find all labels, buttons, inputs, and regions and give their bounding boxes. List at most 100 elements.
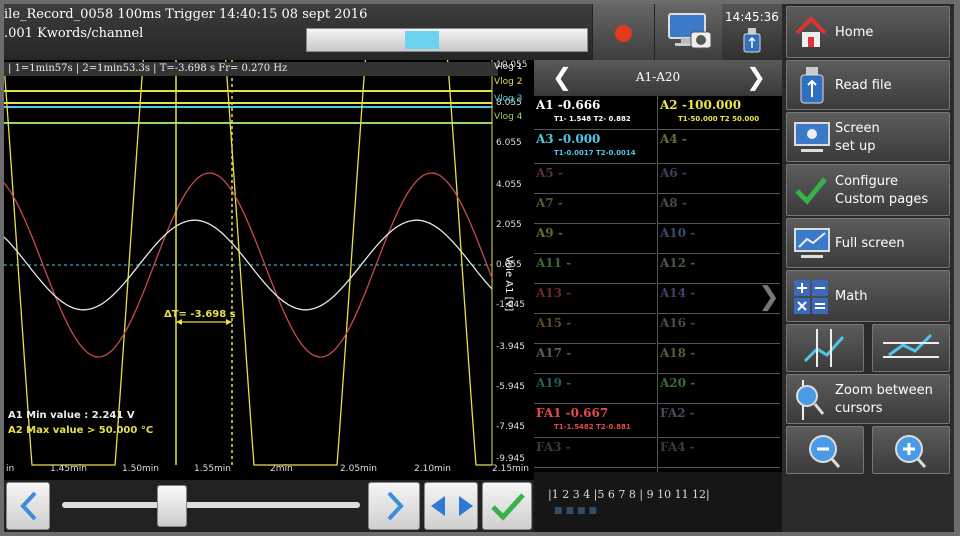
channel-cell[interactable]: A7 - xyxy=(534,194,656,224)
record-size: .001 Kwords/channel xyxy=(4,26,144,41)
channel-cell[interactable]: FA3 - xyxy=(534,438,656,468)
record-scrollbar[interactable] xyxy=(306,28,588,52)
configure-label-2: Custom pages xyxy=(835,192,929,207)
chevron-right-icon[interactable]: ❯ xyxy=(746,64,766,90)
camera-monitor-icon xyxy=(668,13,712,49)
channel-cell[interactable]: A16 - xyxy=(658,314,780,344)
screen-setup-label: Screen xyxy=(835,121,880,136)
channel-value: A10 - xyxy=(660,226,696,240)
home-icon xyxy=(795,16,827,47)
vlog-label: Vlog 3 xyxy=(494,94,523,104)
x-tick: 1.50min xyxy=(122,464,160,474)
waveform-graph[interactable]: | 1=1min57s | 2=1min53.3s | T=-3.698 s F… xyxy=(4,60,534,480)
record-button[interactable] xyxy=(592,4,655,60)
x-tick: in xyxy=(6,464,15,474)
screenshot-button[interactable] xyxy=(654,4,723,60)
next-button[interactable] xyxy=(368,482,420,530)
channel-nav: ❮ A1-A20 ❯ xyxy=(534,60,782,96)
channel-cursor-values: T1-50.000 T2 50.000 xyxy=(678,115,760,123)
channel-value: A11 - xyxy=(536,256,572,270)
cursor-mode-button[interactable] xyxy=(786,324,864,372)
cursor-infobar: | 1=1min57s | 2=1min53.3s | T=-3.698 s F… xyxy=(4,62,498,76)
confirm-button[interactable] xyxy=(482,482,532,530)
channel-value: A9 - xyxy=(536,226,563,240)
channel-cell[interactable]: A1 -0.666 T1- 1.548 T2- 0.882 xyxy=(534,96,656,130)
channel-cell[interactable]: A15 - xyxy=(534,314,656,344)
channel-cell[interactable]: FA4 - xyxy=(658,438,780,468)
x-tick: 1.45min xyxy=(50,464,88,474)
page-numbers[interactable]: |1 2 3 4 |5 6 7 8 | 9 10 11 12| xyxy=(548,488,710,501)
zoom-out-button[interactable] xyxy=(786,426,864,474)
channel-value: A17 - xyxy=(536,346,572,360)
channel-cursor-values: T1- 1.548 T2- 0.882 xyxy=(554,115,631,123)
checkmark-icon xyxy=(795,177,827,205)
configure-label: Configure xyxy=(835,174,899,189)
channel-cell[interactable]: A13 - xyxy=(534,284,656,314)
channel-cell[interactable]: A5 - xyxy=(534,164,656,194)
x-tick: 2.15min xyxy=(492,464,530,474)
record-header: ile_Record_0058 100ms Trigger 14:40:15 0… xyxy=(4,4,592,60)
channel-value: FA4 - xyxy=(660,440,695,454)
channel-value: FA1 -0.667 xyxy=(536,406,609,420)
double-arrow-icon xyxy=(431,496,473,516)
channel-value: A12 - xyxy=(660,256,696,270)
channel-cell[interactable]: A18 - xyxy=(658,344,780,374)
record-scroll-thumb[interactable] xyxy=(405,31,439,49)
zoom-cursors-label-2: cursors xyxy=(835,401,883,416)
usb-icon[interactable] xyxy=(742,28,762,54)
channel-cell[interactable]: A8 - xyxy=(658,194,780,224)
zoom-cursors-button[interactable]: Zoom between cursors xyxy=(786,374,950,424)
time-slider[interactable] xyxy=(62,502,360,508)
full-screen-button[interactable]: Full screen xyxy=(786,218,950,268)
channel-value: A18 - xyxy=(660,346,696,360)
read-file-label: Read file xyxy=(835,78,892,93)
channel-cell[interactable]: A9 - xyxy=(534,224,656,254)
channel-value: A19 - xyxy=(536,376,572,390)
channel-cell[interactable]: A19 - xyxy=(534,374,656,404)
chevron-right-icon[interactable]: ❯ xyxy=(758,282,780,312)
channel-cell[interactable]: A12 - xyxy=(658,254,780,284)
fullscreen-monitor-icon xyxy=(794,228,830,258)
clock: 14:45:36 xyxy=(722,4,782,60)
page-indicator: ■■■■ xyxy=(554,506,601,516)
zoom-cursors-label: Zoom between xyxy=(835,383,933,398)
cursor-delta-label: ΔT= -3.698 s xyxy=(164,309,236,320)
channel-cell[interactable]: A10 - xyxy=(658,224,780,254)
chevron-left-icon[interactable]: ❮ xyxy=(552,64,572,90)
y-tick: 4.055 xyxy=(496,180,522,190)
channel-cell[interactable]: A4 - xyxy=(658,130,780,164)
channel-cell[interactable]: A6 - xyxy=(658,164,780,194)
y-tick: 6.055 xyxy=(496,138,522,148)
channel-cell[interactable]: A20 - xyxy=(658,374,780,404)
home-button[interactable]: Home xyxy=(786,6,950,58)
channel-cursor-values: T1-1.5482 T2-0.881 xyxy=(554,423,631,431)
channel-value: A15 - xyxy=(536,316,572,330)
zoom-in-button[interactable] xyxy=(872,426,950,474)
usb-icon xyxy=(800,67,824,104)
math-button[interactable]: Math xyxy=(786,270,950,322)
page-selector[interactable]: |1 2 3 4 |5 6 7 8 | 9 10 11 12| ■■■■ xyxy=(534,472,782,532)
screen-setup-button[interactable]: Screen set up xyxy=(786,112,950,162)
configure-pages-button[interactable]: Configure Custom pages xyxy=(786,164,950,216)
x-tick: 2min xyxy=(270,464,293,474)
channel-cell[interactable]: A3 -0.000 T1-0.0017 T2-0.0014 xyxy=(534,130,656,164)
channel-cell[interactable]: A17 - xyxy=(534,344,656,374)
bottom-toolbar xyxy=(4,480,534,532)
channel-grid-divider xyxy=(657,96,658,472)
channel-cell[interactable]: FA1 -0.667 T1-1.5482 T2-0.881 xyxy=(534,404,656,438)
channel-cell[interactable]: FA2 - xyxy=(658,404,780,438)
time-slider-thumb[interactable] xyxy=(157,485,187,527)
x-tick: 2.05min xyxy=(340,464,378,474)
channel-cell[interactable]: A11 - xyxy=(534,254,656,284)
prev-button[interactable] xyxy=(6,482,50,530)
read-file-button[interactable]: Read file xyxy=(786,60,950,110)
channel-value: A6 - xyxy=(660,166,687,180)
checkmark-icon xyxy=(491,493,525,521)
y-tick: 2.055 xyxy=(496,220,522,230)
expand-button[interactable] xyxy=(424,482,478,530)
channel-grid: A1 -0.666 T1- 1.548 T2- 0.882 A2 -100.000 T… xyxy=(534,96,782,472)
full-screen-label: Full screen xyxy=(835,236,905,251)
horizontal-cursor-button[interactable] xyxy=(872,324,950,372)
channel-cell[interactable]: A2 -100.000 T1-50.000 T2 50.000 xyxy=(658,96,780,130)
side-menu: Home Read file Screen set up Configure C… xyxy=(782,4,954,532)
